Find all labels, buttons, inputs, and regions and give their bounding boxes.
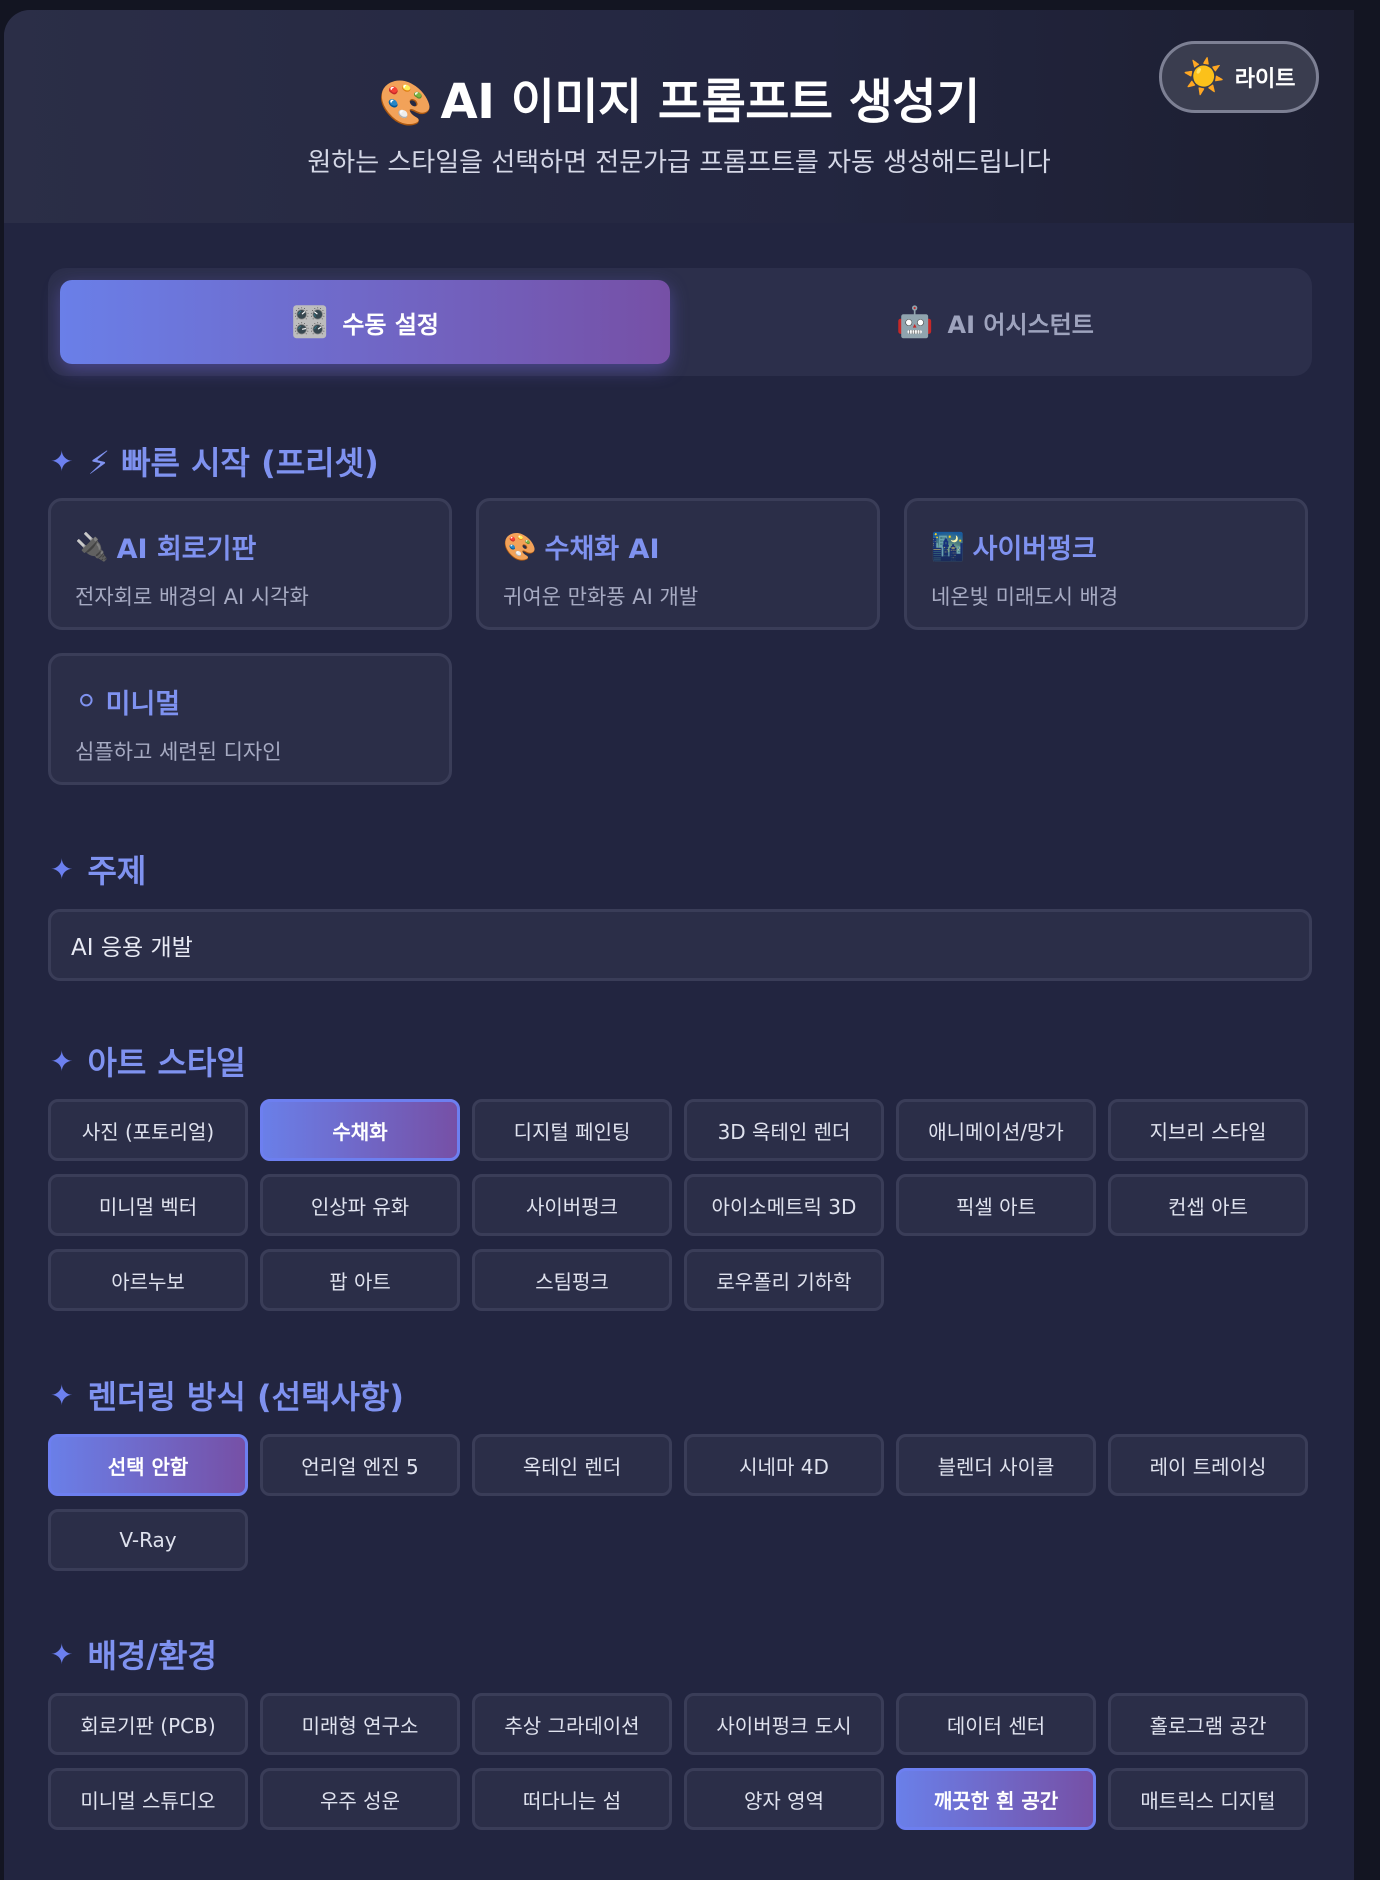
sun-icon: ☀️ xyxy=(1182,57,1225,97)
art-style-option-chip[interactable]: 스팀펑크 xyxy=(472,1249,672,1311)
art-style-option-chip[interactable]: 애니메이션/망가 xyxy=(896,1099,1096,1161)
background-option-chip[interactable]: 우주 성운 xyxy=(260,1768,460,1830)
art-style-option-chip[interactable]: 디지털 페인팅 xyxy=(472,1099,672,1161)
render-option-chip[interactable]: 선택 안함 xyxy=(48,1434,248,1496)
preset-card-watercolor-ai[interactable]: 🎨 수채화 AI 귀여운 만화풍 AI 개발 xyxy=(476,498,880,630)
preset-title-text: 미니멀 xyxy=(105,689,181,720)
background-option-chip[interactable]: 추상 그라데이션 xyxy=(472,1693,672,1755)
preset-title: ⚪ 미니멀 xyxy=(75,682,180,721)
render-section-title: ✦ 렌더링 방식 (선택사항) xyxy=(50,1372,404,1418)
theme-toggle-button[interactable]: ☀️ 라이트 xyxy=(1159,41,1319,113)
theme-toggle-label: 라이트 xyxy=(1234,67,1296,92)
page-title: 🎨 AI 이미지 프롬프트 생성기 xyxy=(4,62,1354,132)
mode-tabs: 🎛️ 수동 설정 🤖 AI 어시스턴트 xyxy=(48,268,1312,376)
preset-title: 🔌 AI 회로기판 xyxy=(75,527,256,566)
art-style-option-chip[interactable]: 팝 아트 xyxy=(260,1249,460,1311)
art-style-option-chip[interactable]: 지브리 스타일 xyxy=(1108,1099,1308,1161)
night-city-icon: 🌃 xyxy=(931,531,965,563)
preset-card-minimal[interactable]: ⚪ 미니멀 심플하고 세련된 디자인 xyxy=(48,653,452,785)
render-option-chip[interactable]: 옥테인 렌더 xyxy=(472,1434,672,1496)
preset-title: 🎨 수채화 AI xyxy=(503,527,660,566)
background-option-chip[interactable]: 깨끗한 흰 공간 xyxy=(896,1768,1096,1830)
tab-manual-settings[interactable]: 🎛️ 수동 설정 xyxy=(60,280,670,364)
art-style-option-chip[interactable]: 아이소메트릭 3D xyxy=(684,1174,884,1236)
header: 🎨 AI 이미지 프롬프트 생성기 원하는 스타일을 선택하면 전문가급 프롬프트… xyxy=(4,10,1354,223)
preset-title-text: AI 회로기판 xyxy=(116,534,257,565)
art-style-option-chip[interactable]: 수채화 xyxy=(260,1099,460,1161)
render-section-label: 렌더링 방식 (선택사항) xyxy=(87,1378,404,1416)
preset-card-ai-circuit[interactable]: 🔌 AI 회로기판 전자회로 배경의 AI 시각화 xyxy=(48,498,452,630)
render-option-chip[interactable]: 블렌더 사이클 xyxy=(896,1434,1096,1496)
art-style-section-label: 아트 스타일 xyxy=(87,1044,246,1082)
background-option-chip[interactable]: 사이버펑크 도시 xyxy=(684,1693,884,1755)
white-circle-icon: ⚪ xyxy=(75,686,98,717)
presets-section-title: ✦ ⚡ 빠른 시작 (프리셋) xyxy=(50,438,379,484)
topic-input[interactable] xyxy=(48,909,1312,981)
tab-ai-assistant[interactable]: 🤖 AI 어시스턴트 xyxy=(690,280,1300,364)
preset-title: 🌃 사이버펑크 xyxy=(931,527,1097,566)
page-subtitle: 원하는 스타일을 선택하면 전문가급 프롬프트를 자동 생성해드립니다 xyxy=(307,148,1051,178)
page-title-text: AI 이미지 프롬프트 생성기 xyxy=(440,74,981,130)
render-option-chip[interactable]: V-Ray xyxy=(48,1509,248,1571)
art-style-option-chip[interactable]: 미니멀 벡터 xyxy=(48,1174,248,1236)
control-knobs-icon: 🎛️ xyxy=(290,304,329,340)
robot-icon: 🤖 xyxy=(896,304,934,340)
palette-icon: 🎨 xyxy=(503,531,537,563)
sparkle-icon: ✦ xyxy=(50,1378,74,1412)
background-option-chip[interactable]: 미니멀 스튜디오 xyxy=(48,1768,248,1830)
art-style-option-chip[interactable]: 인상파 유화 xyxy=(260,1174,460,1236)
background-option-chip[interactable]: 데이터 센터 xyxy=(896,1693,1096,1755)
background-option-chip[interactable]: 양자 영역 xyxy=(684,1768,884,1830)
art-style-option-chip[interactable]: 사이버펑크 xyxy=(472,1174,672,1236)
sparkle-icon: ✦ xyxy=(50,1044,74,1078)
preset-description: 네온빛 미래도시 배경 xyxy=(931,585,1119,609)
render-option-chip[interactable]: 언리얼 엔진 5 xyxy=(260,1434,460,1496)
background-option-chip[interactable]: 매트릭스 디지털 xyxy=(1108,1768,1308,1830)
topic-section-label: 주제 xyxy=(87,852,147,890)
art-style-option-chip[interactable]: 컨셉 아트 xyxy=(1108,1174,1308,1236)
background-option-chip[interactable]: 회로기판 (PCB) xyxy=(48,1693,248,1755)
sparkle-icon: ✦ xyxy=(50,852,74,886)
preset-title-text: 사이버펑크 xyxy=(972,534,1097,565)
background-option-chip[interactable]: 미래형 연구소 xyxy=(260,1693,460,1755)
background-section-title: ✦ 배경/환경 xyxy=(50,1631,217,1677)
palette-icon: 🎨 xyxy=(378,78,433,129)
tab-label: 수동 설정 xyxy=(342,310,440,339)
preset-card-cyberpunk[interactable]: 🌃 사이버펑크 네온빛 미래도시 배경 xyxy=(904,498,1308,630)
art-style-option-chip[interactable]: 픽셀 아트 xyxy=(896,1174,1096,1236)
art-style-section-title: ✦ 아트 스타일 xyxy=(50,1038,246,1084)
preset-description: 심플하고 세련된 디자인 xyxy=(75,740,282,764)
sparkle-icon: ✦ xyxy=(50,444,74,478)
background-option-chip[interactable]: 떠다니는 섬 xyxy=(472,1768,672,1830)
render-option-chip[interactable]: 레이 트레이싱 xyxy=(1108,1434,1308,1496)
topic-section-title: ✦ 주제 xyxy=(50,846,146,892)
art-style-option-chip[interactable]: 사진 (포토리얼) xyxy=(48,1099,248,1161)
render-option-chip[interactable]: 시네마 4D xyxy=(684,1434,884,1496)
sparkle-icon: ✦ xyxy=(50,1637,74,1671)
tab-label: AI 어시스턴트 xyxy=(947,310,1094,339)
art-style-option-chip[interactable]: 3D 옥테인 렌더 xyxy=(684,1099,884,1161)
background-option-chip[interactable]: 홀로그램 공간 xyxy=(1108,1693,1308,1755)
app-window: 🎨 AI 이미지 프롬프트 생성기 원하는 스타일을 선택하면 전문가급 프롬프트… xyxy=(4,10,1354,1880)
art-style-option-chip[interactable]: 로우폴리 기하학 xyxy=(684,1249,884,1311)
preset-description: 전자회로 배경의 AI 시각화 xyxy=(75,585,309,609)
preset-description: 귀여운 만화풍 AI 개발 xyxy=(503,585,699,609)
plug-icon: 🔌 xyxy=(75,531,109,563)
preset-title-text: 수채화 AI xyxy=(544,534,660,565)
background-section-label: 배경/환경 xyxy=(87,1637,217,1675)
art-style-option-chip[interactable]: 아르누보 xyxy=(48,1249,248,1311)
presets-section-label: ⚡ 빠른 시작 (프리셋) xyxy=(87,444,379,482)
